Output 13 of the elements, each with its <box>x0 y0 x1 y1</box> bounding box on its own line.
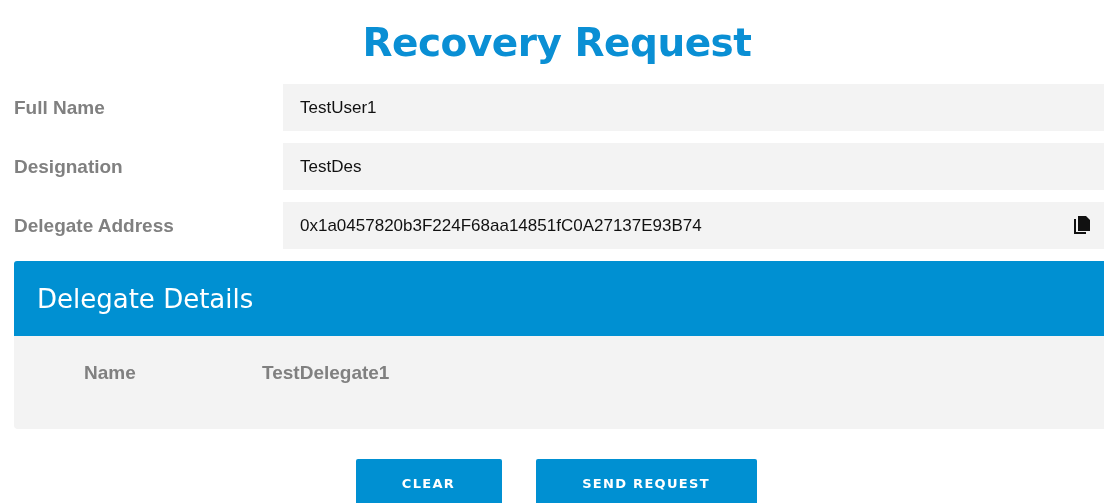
field-label: Designation <box>13 155 124 178</box>
clear-button[interactable]: CLEAR <box>355 459 502 503</box>
text-field[interactable]: TestUser1 <box>283 84 1104 131</box>
text-field[interactable]: 0x1a0457820b3F224F68aa14851fC0A27137E93B74 <box>283 202 1104 249</box>
field-label: Delegate Address <box>13 214 175 237</box>
detail-value: TestDelegate1 <box>262 362 390 384</box>
page-title: Recovery Request <box>361 18 753 67</box>
field-label: Full Name <box>13 96 106 119</box>
send-button[interactable]: SEND REQUEST <box>535 459 757 503</box>
detail-label: Name <box>83 362 137 384</box>
panel-header: Delegate Details <box>14 261 1104 336</box>
text-field[interactable]: TestDes <box>283 143 1104 190</box>
copy-icon[interactable] <box>1073 216 1090 235</box>
